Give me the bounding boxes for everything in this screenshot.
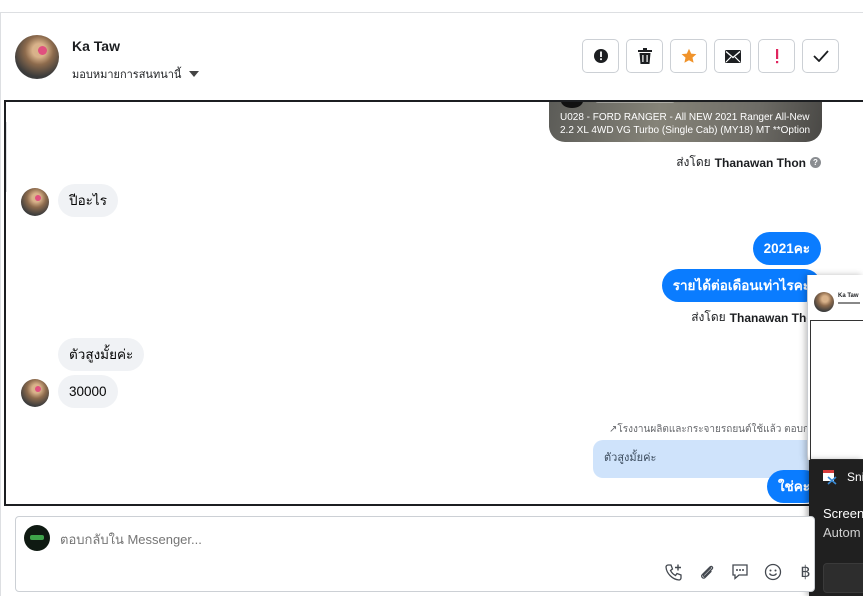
snipping-tool-icon (823, 470, 837, 485)
card-description: U028 - FORD RANGER - All NEW 2021 Ranger… (560, 112, 811, 136)
follow-up-button[interactable] (758, 39, 795, 73)
composer-tools: ฿ (662, 561, 814, 583)
reply-context-note: ↗โรงงานผลิตและกระจายรถยนต์ใช้แล้ว ตอบกลั… (609, 424, 822, 435)
message-bubble-outgoing[interactable]: รายได้ต่อเดือนเท่าไรคะ (661, 269, 821, 302)
mark-unread-button[interactable] (714, 39, 751, 73)
alert-circle-icon (593, 49, 608, 63)
message-bubble-incoming[interactable]: ปีอะไร (58, 184, 118, 217)
shared-link-card[interactable]: U028 - FORD RANGER - All NEW 2021 Ranger… (549, 102, 822, 142)
notification-line-2: Autom (823, 525, 861, 540)
message-thread[interactable]: U028 - FORD RANGER - All NEW 2021 Ranger… (4, 100, 863, 506)
popup-subtitle (838, 302, 860, 304)
popup-chat-window[interactable]: Ka Taw (807, 275, 863, 460)
avatar-flower (35, 195, 41, 201)
payment-button[interactable]: ฿ (794, 561, 814, 583)
contact-name[interactable]: Ka Taw (72, 38, 120, 54)
header-actions (582, 39, 839, 73)
conversation-header: Ka Taw มอบหมายการสนทนานี้ (0, 13, 863, 101)
sent-by-line: ส่งโดย Thanawan Thon ? (676, 153, 821, 172)
reply-input[interactable] (60, 532, 660, 547)
messenger-inbox: Ka Taw มอบหมายการสนทนานี้ U028 - FORD RA… (0, 0, 863, 596)
card-image-fragment (561, 102, 583, 108)
star-button[interactable] (670, 39, 707, 73)
star-icon (681, 48, 696, 63)
phone-plus-icon (664, 564, 682, 581)
done-button[interactable] (802, 39, 839, 73)
popup-avatar (814, 292, 834, 312)
paperclip-icon (700, 565, 713, 579)
avatar-flower (38, 46, 47, 55)
popup-contact-name: Ka Taw (838, 293, 859, 299)
contact-avatar-small[interactable] (21, 379, 49, 407)
notification-action-button[interactable] (823, 563, 863, 593)
sent-by-prefix: ส่งโดย (691, 310, 726, 324)
contact-avatar[interactable] (15, 35, 59, 79)
caret-down-icon (189, 71, 200, 77)
message-bubble-outgoing[interactable]: 2021คะ (752, 232, 821, 265)
spam-button[interactable] (582, 39, 619, 73)
page-logo (30, 535, 44, 540)
assign-conversation-dropdown[interactable]: มอบหมายการสนทนานี้ (72, 65, 200, 83)
card-blurred-text (595, 102, 675, 103)
notification-title: Snip (847, 470, 863, 484)
notification-line-1: Screen (823, 506, 863, 521)
scroll-gutter (6, 122, 7, 192)
trash-icon (637, 48, 652, 64)
help-icon[interactable]: ? (810, 157, 821, 168)
check-icon (812, 50, 829, 62)
popup-thread (810, 320, 863, 460)
envelope-icon (724, 49, 741, 63)
exclamation-icon (775, 49, 778, 64)
avatar-flower (35, 386, 41, 392)
attach-button[interactable] (695, 561, 718, 583)
agent-name: Thanawan Thon (714, 155, 806, 170)
assign-label: มอบหมายการสนทนานี้ (72, 69, 182, 81)
sent-by-prefix: ส่งโดย (676, 155, 711, 169)
sent-by-line: ส่งโดย Thanawan Thon (691, 308, 821, 327)
emoji-button[interactable] (761, 561, 784, 583)
page-avatar (24, 525, 50, 551)
chat-bubble-icon (731, 564, 748, 580)
saved-replies-button[interactable] (728, 561, 751, 583)
call-button[interactable] (662, 561, 685, 583)
snipping-tool-notification[interactable]: Snip Screen Autom (809, 460, 863, 596)
smiley-icon (764, 563, 781, 581)
delete-button[interactable] (626, 39, 663, 73)
message-bubble-incoming[interactable]: ตัวสูงมั้ยค่ะ (58, 338, 145, 371)
reply-composer: ฿ (15, 516, 815, 592)
message-bubble-incoming[interactable]: 30000 (58, 375, 118, 408)
contact-avatar-small[interactable] (21, 188, 49, 216)
